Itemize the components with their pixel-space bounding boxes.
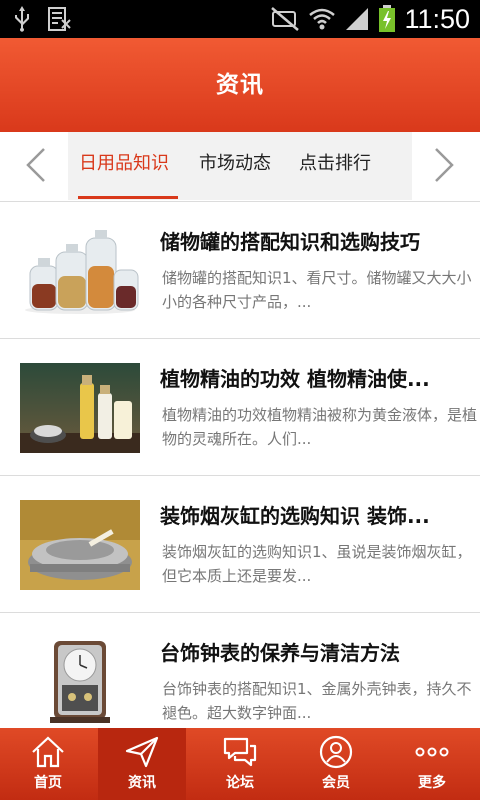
storage-jars-image — [20, 226, 140, 316]
usb-icon — [15, 6, 29, 32]
nav-home-label: 首页 — [34, 775, 62, 791]
mute-icon — [271, 7, 300, 31]
send-icon — [125, 736, 159, 768]
page-title: 资讯 — [216, 72, 264, 98]
user-icon — [319, 735, 353, 769]
article-summary: 台饰钟表的搭配知识1、金属外壳钟表，持久不褪色。超大数字钟面... — [162, 680, 472, 722]
battery-icon — [379, 5, 396, 32]
article-summary: 储物罐的搭配知识1、看尺寸。储物罐又大大小小的各种尺寸产品，... — [162, 269, 472, 311]
page-header: 资讯 — [0, 38, 480, 132]
chevron-left-icon[interactable] — [24, 147, 48, 183]
article-summary: 植物精油的功效植物精油被称为黄金液体，是植物的灵魂所在。人们... — [162, 406, 478, 448]
article-title: 装饰烟灰缸的选购知识 装饰... — [160, 504, 430, 528]
notification-icon — [48, 7, 71, 31]
nav-member-label: 会员 — [322, 775, 350, 791]
nav-member[interactable]: 会员 — [288, 728, 384, 800]
list-item[interactable]: 储物罐的搭配知识和选购技巧 储物罐的搭配知识1、看尺寸。储物罐又大大小小的各种尺… — [0, 202, 480, 339]
article-title: 植物精油的功效 植物精油使... — [160, 367, 430, 391]
nav-more-label: 更多 — [418, 775, 446, 791]
nav-news[interactable]: 资讯 — [98, 728, 186, 800]
home-icon — [32, 736, 64, 768]
nav-more[interactable]: 更多 — [384, 728, 480, 800]
essential-oils-image — [20, 363, 140, 453]
article-title: 储物罐的搭配知识和选购技巧 — [160, 230, 420, 254]
article-summary: 装饰烟灰缸的选购知识1、虽说是装饰烟灰缸，但它本质上还是要发... — [162, 543, 472, 585]
active-tab-indicator — [78, 196, 178, 199]
list-item[interactable]: 植物精油的功效 植物精油使... 植物精油的功效植物精油被称为黄金液体，是植物的… — [0, 339, 480, 476]
status-bar: 11:50 — [0, 0, 480, 38]
nav-forum-label: 论坛 — [226, 775, 254, 791]
nav-news-label: 资讯 — [128, 775, 156, 791]
nav-home[interactable]: 首页 — [0, 728, 96, 800]
tab-top-clicks[interactable]: 点击排行 — [299, 132, 371, 200]
category-tabs: 日用品知识 市场动态 点击排行 — [0, 132, 480, 202]
signal-icon — [346, 8, 369, 30]
wifi-icon — [309, 8, 336, 30]
tab-daily-knowledge[interactable]: 日用品知识 — [79, 132, 169, 200]
chevron-right-icon[interactable] — [432, 147, 456, 183]
article-title: 台饰钟表的保养与清洁方法 — [160, 641, 400, 665]
table-clock-image — [20, 637, 140, 727]
more-icon — [415, 747, 449, 757]
tab-market-news[interactable]: 市场动态 — [199, 132, 271, 200]
bottom-nav: 首页 资讯 论坛 会员 更多 — [0, 728, 480, 800]
nav-forum[interactable]: 论坛 — [192, 728, 288, 800]
chat-icon — [223, 737, 257, 767]
list-item[interactable]: 装饰烟灰缸的选购知识 装饰... 装饰烟灰缸的选购知识1、虽说是装饰烟灰缸，但它… — [0, 476, 480, 613]
status-time: 11:50 — [404, 4, 470, 34]
ashtray-image — [20, 500, 140, 590]
